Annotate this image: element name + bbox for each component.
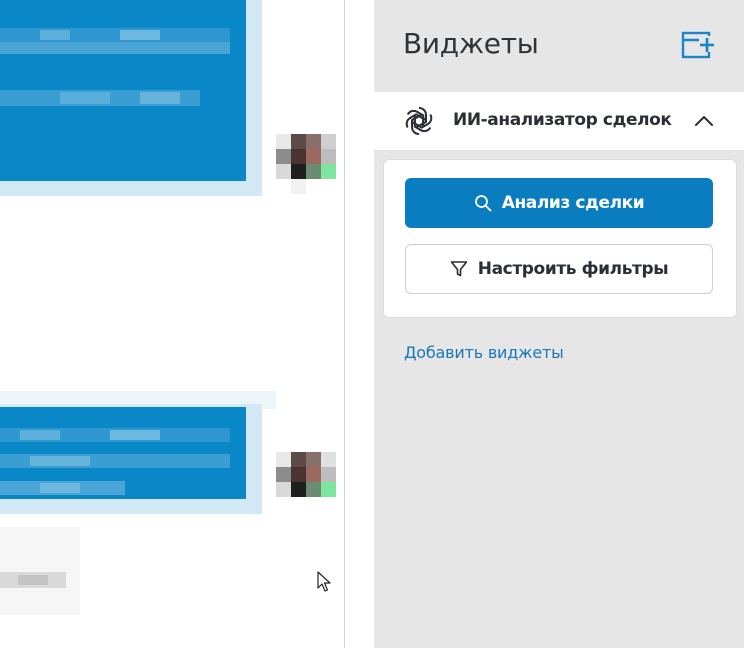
ai-icon (405, 107, 433, 135)
widget-header[interactable]: ИИ-анализатор сделок (374, 92, 744, 151)
widgets-panel: Виджеты ИИ-анализатор сделок Анализ сдел… (374, 0, 744, 648)
avatar (276, 134, 336, 194)
analyze-deal-button[interactable]: Анализ сделки (405, 178, 713, 228)
panel-title: Виджеты (403, 27, 539, 60)
widget-title: ИИ-анализатор сделок (453, 110, 672, 130)
add-widget-icon[interactable] (681, 30, 717, 62)
chevron-up-icon[interactable] (693, 111, 715, 131)
configure-filters-button[interactable]: Настроить фильтры (405, 244, 713, 294)
search-icon (474, 195, 492, 212)
chat-area (0, 0, 344, 648)
scroll-gutter (345, 0, 374, 648)
configure-filters-label: Настроить фильтры (477, 259, 669, 279)
avatar (276, 452, 336, 512)
widget-body: Анализ сделки Настроить фильтры (383, 159, 737, 318)
mouse-cursor-icon (317, 571, 331, 592)
filter-icon (450, 261, 468, 277)
add-widgets-link[interactable]: Добавить виджеты (404, 343, 564, 362)
panel-header: Виджеты (374, 0, 744, 92)
analyze-deal-label: Анализ сделки (501, 193, 645, 213)
